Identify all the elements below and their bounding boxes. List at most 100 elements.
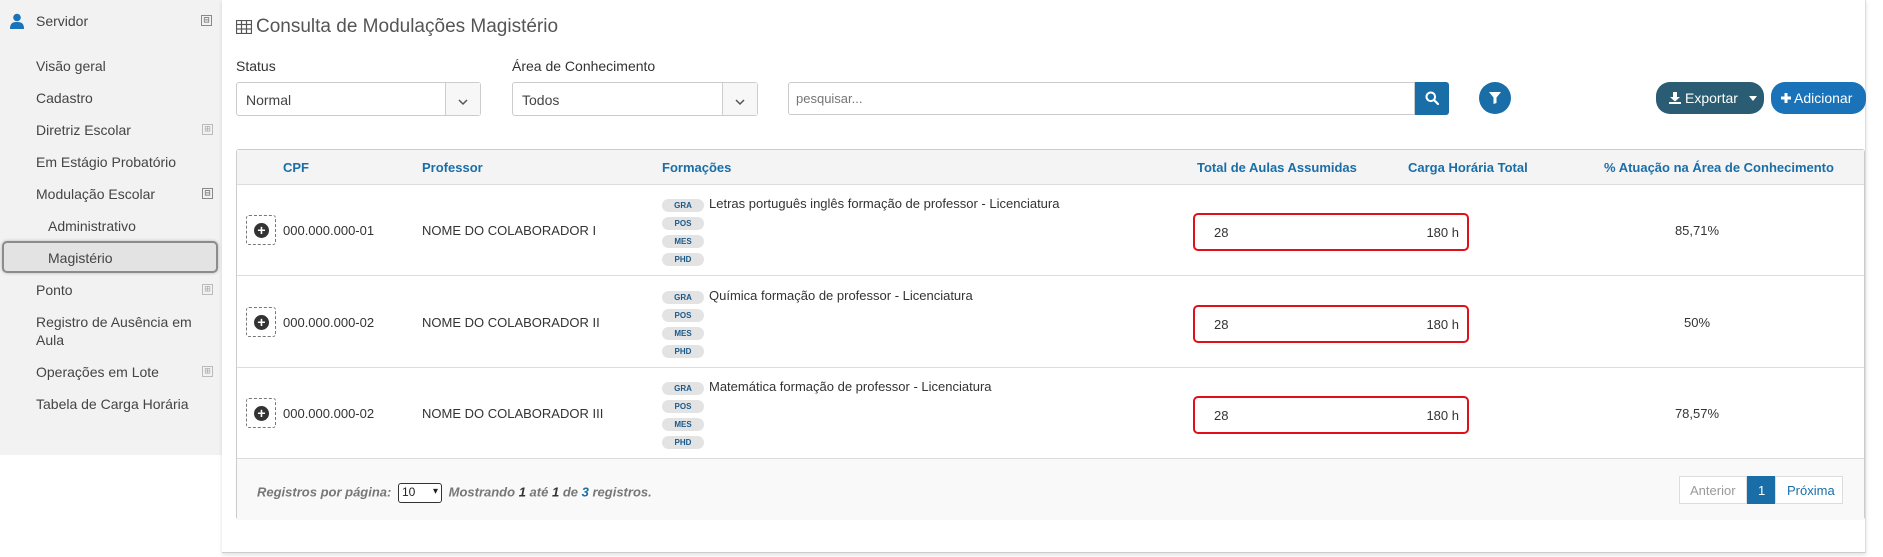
range-to: 1	[551, 484, 560, 500]
prev-page-button[interactable]: Anterior	[1679, 476, 1747, 504]
export-button[interactable]: Exportar	[1656, 82, 1764, 114]
area-value: Todos	[522, 92, 560, 108]
sidebar-item-modulacao-escolar[interactable]: Modulação Escolar	[36, 186, 155, 202]
badge-mes: MES	[662, 327, 704, 340]
until-label: até	[529, 484, 549, 500]
badge-gra: GRA	[662, 199, 704, 212]
pagination-info: Registros por página: 10 ▾ Mostrando 1 at…	[257, 483, 652, 503]
table-icon	[236, 20, 252, 34]
sidebar-item-ponto[interactable]: Ponto	[36, 282, 73, 298]
prev-page-label: Anterior	[1690, 483, 1736, 498]
header-professor[interactable]: Professor	[422, 160, 483, 175]
sidebar: Servidor ⊟ Visão geral Cadastro Diretriz…	[0, 0, 222, 455]
badge-mes: MES	[662, 418, 704, 431]
header-cpf[interactable]: CPF	[283, 160, 309, 175]
cell-cpf: 000.000.000-02	[283, 315, 375, 330]
data-table: CPF Professor Formações Total de Aulas A…	[236, 149, 1865, 520]
next-page-button[interactable]: Próxima	[1775, 476, 1843, 504]
sidebar-item-cadastro[interactable]: Cadastro	[36, 90, 93, 106]
cell-total-aulas: 28	[1214, 408, 1229, 423]
user-icon	[10, 13, 24, 29]
expand-row-button[interactable]: +	[246, 307, 276, 337]
cell-carga-horaria: 180 h	[1426, 317, 1459, 332]
total-records: 3	[581, 484, 589, 500]
showing-label: Mostrando	[448, 484, 516, 500]
expand-icon[interactable]: ⊞	[202, 366, 213, 377]
expand-row-button[interactable]: +	[246, 215, 276, 245]
sidebar-item-tabela-carga[interactable]: Tabela de Carga Horária	[36, 396, 189, 412]
cell-carga-horaria: 180 h	[1426, 408, 1459, 423]
plus-circle-icon: +	[254, 406, 269, 421]
collapse-icon[interactable]: ⊟	[202, 188, 213, 199]
cell-atuacao: 78,57%	[1674, 406, 1720, 421]
main-panel: Consulta de Modulações Magistério Status…	[222, 0, 1866, 553]
of-label: de	[562, 484, 578, 500]
export-label: Exportar	[1685, 90, 1738, 106]
filter-icon	[1489, 92, 1501, 104]
status-value: Normal	[246, 92, 292, 108]
sidebar-item-administrativo[interactable]: Administrativo	[48, 218, 136, 234]
expand-icon[interactable]: ⊞	[202, 124, 213, 135]
sidebar-item-visao-geral[interactable]: Visão geral	[36, 58, 106, 74]
cell-cpf: 000.000.000-02	[283, 406, 375, 421]
cell-professor: NOME DO COLABORADOR II	[422, 315, 600, 330]
chevron-down-icon: ▾	[432, 486, 438, 497]
badge-pos: POS	[662, 217, 704, 230]
cell-total-aulas: 28	[1214, 317, 1229, 332]
page-1-button[interactable]: 1	[1747, 476, 1775, 504]
table-footer: Registros por página: 10 ▾ Mostrando 1 at…	[237, 459, 1864, 520]
search-input[interactable]	[788, 82, 1415, 115]
cell-professor: NOME DO COLABORADOR I	[422, 223, 597, 238]
table-row: + 000.000.000-02 NOME DO COLABORADOR III…	[237, 368, 1864, 459]
next-page-label: Próxima	[1787, 483, 1835, 498]
badge-pos: POS	[662, 309, 704, 322]
status-select[interactable]: Normal	[236, 82, 481, 116]
cell-formacao: Matemática formação de professor - Licen…	[709, 379, 992, 394]
badge-mes: MES	[662, 235, 704, 248]
cell-total-aulas: 28	[1214, 225, 1229, 240]
cell-cpf: 000.000.000-01	[283, 223, 375, 238]
sidebar-item-operacoes-lote[interactable]: Operações em Lote	[36, 364, 159, 380]
cell-atuacao: 85,71%	[1674, 223, 1720, 238]
badge-phd: PHD	[662, 345, 704, 358]
chevron-down-icon	[735, 99, 745, 106]
table-row: + 000.000.000-02 NOME DO COLABORADOR II …	[237, 277, 1864, 368]
plus-circle-icon: +	[254, 223, 269, 238]
area-select[interactable]: Todos	[512, 82, 758, 116]
status-dropdown-button[interactable]	[445, 83, 480, 115]
status-label: Status	[236, 58, 276, 74]
add-label: Adicionar	[1794, 90, 1853, 106]
records-label: registros.	[592, 484, 652, 500]
add-button[interactable]: Adicionar	[1771, 82, 1866, 114]
filter-button[interactable]	[1479, 82, 1511, 114]
header-carga-horaria[interactable]: Carga Horária Total	[1408, 160, 1528, 175]
cell-formacao: Letras português inglês formação de prof…	[709, 196, 1060, 211]
caret-down-icon	[1749, 96, 1757, 101]
sidebar-header[interactable]: Servidor ⊟	[0, 0, 222, 42]
expand-row-button[interactable]: +	[246, 398, 276, 428]
sidebar-item-registro-ausencia[interactable]: Registro de Ausência em Aula	[36, 313, 206, 349]
cell-formacao: Química formação de professor - Licencia…	[709, 288, 973, 303]
header-atuacao[interactable]: % Atuação na Área de Conhecimento	[1604, 160, 1834, 175]
expand-icon[interactable]: ⊞	[202, 284, 213, 295]
header-total-aulas[interactable]: Total de Aulas Assumidas	[1197, 160, 1357, 175]
per-page-value: 10	[401, 485, 416, 499]
header-formacoes[interactable]: Formações	[662, 160, 731, 175]
area-dropdown-button[interactable]	[722, 83, 757, 115]
search-button[interactable]	[1415, 82, 1449, 115]
sidebar-title: Servidor	[36, 13, 89, 29]
download-icon	[1669, 92, 1681, 104]
sidebar-item-estagio-probatorio[interactable]: Em Estágio Probatório	[36, 154, 176, 170]
badge-pos: POS	[662, 400, 704, 413]
highlight-box: 28 180 h	[1193, 213, 1469, 251]
table-header: CPF Professor Formações Total de Aulas A…	[237, 150, 1864, 185]
cell-atuacao: 50%	[1683, 315, 1711, 330]
badge-phd: PHD	[662, 253, 704, 266]
badge-gra: GRA	[662, 382, 704, 395]
sidebar-item-magisterio[interactable]: Magistério	[48, 250, 113, 266]
collapse-icon[interactable]: ⊟	[201, 15, 212, 26]
cell-carga-horaria: 180 h	[1426, 225, 1459, 240]
per-page-select[interactable]: 10 ▾	[397, 483, 442, 503]
sidebar-item-diretriz-escolar[interactable]: Diretriz Escolar	[36, 122, 131, 138]
page-title: Consulta de Modulações Magistério	[236, 16, 558, 38]
